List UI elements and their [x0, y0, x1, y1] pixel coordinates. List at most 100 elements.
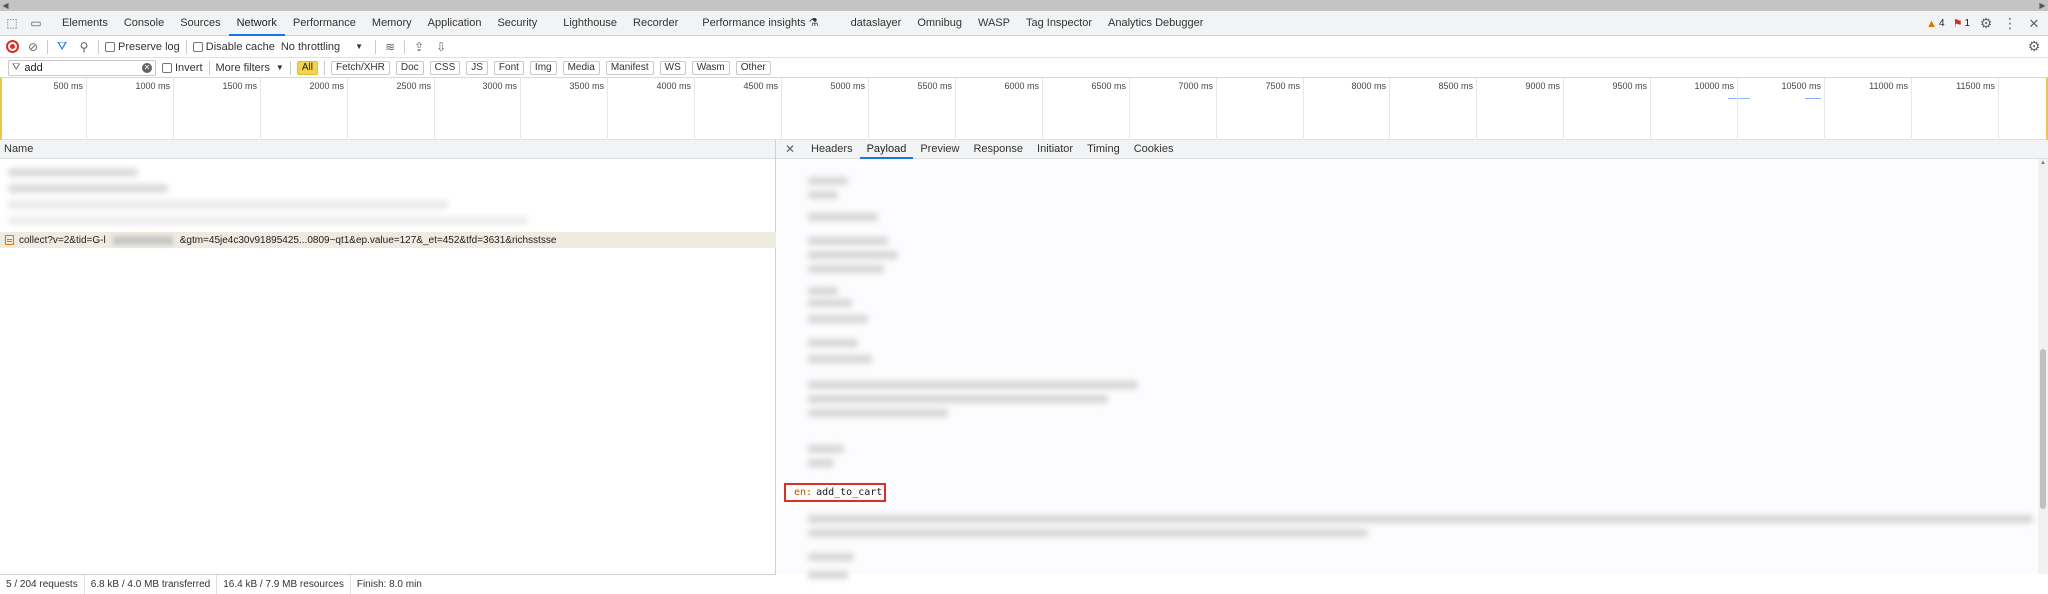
- redacted-payload-line: [808, 381, 1138, 389]
- filter-type-wasm[interactable]: Wasm: [691, 60, 730, 75]
- scroll-up-icon[interactable]: ▲: [2038, 160, 2048, 166]
- redacted-request-row: [8, 216, 528, 225]
- redacted-request-row: [8, 200, 448, 209]
- warnings-badge[interactable]: ▲ 4: [1926, 18, 1944, 30]
- name-column-header[interactable]: Name: [0, 140, 775, 159]
- redacted-payload-line: [808, 409, 948, 417]
- details-tab-response[interactable]: Response: [966, 140, 1030, 159]
- payload-scrollbar-thumb[interactable]: [2040, 349, 2046, 509]
- filter-type-css[interactable]: CSS: [429, 60, 461, 75]
- details-tab-headers[interactable]: Headers: [804, 140, 860, 159]
- tab-dataslayer[interactable]: dataslayer: [843, 11, 910, 36]
- filter-funnel-small-icon: ⛛: [12, 62, 21, 73]
- redacted-payload-line: [808, 299, 852, 307]
- close-details-icon[interactable]: ✕: [782, 142, 798, 156]
- selected-request-row[interactable]: collect?v=2&tid=G-l &gtm=45je4c30v918954…: [0, 232, 776, 248]
- toolbar-divider: [98, 39, 99, 54]
- record-icon[interactable]: [6, 40, 19, 53]
- overview-timeline[interactable]: 500 ms 1000 ms 1500 ms 2000 ms 2500 ms 3000 m…: [0, 78, 2048, 140]
- errors-count: 1: [1964, 18, 1970, 29]
- details-tab-timing[interactable]: Timing: [1080, 140, 1127, 159]
- tab-tag-inspector[interactable]: Tag Inspector: [1018, 11, 1100, 36]
- network-settings-gear-icon[interactable]: ⚙: [2026, 38, 2042, 55]
- preserve-log-label: Preserve log: [118, 40, 180, 53]
- tab-elements[interactable]: Elements: [54, 11, 116, 36]
- tab-omnibug[interactable]: Omnibug: [909, 11, 970, 36]
- tab-wasp[interactable]: WASP: [970, 11, 1018, 36]
- redacted-payload-line: [808, 515, 2033, 523]
- tab-sources[interactable]: Sources: [172, 11, 228, 36]
- toolbar-divider: [404, 39, 406, 54]
- invert-box[interactable]: [162, 62, 172, 73]
- scroll-left-icon[interactable]: ◀: [0, 1, 11, 10]
- payload-scrollbar[interactable]: ▲: [2038, 159, 2048, 574]
- filter-type-ws[interactable]: WS: [659, 60, 686, 75]
- network-conditions-wifi-icon[interactable]: ≋: [382, 40, 398, 54]
- preserve-log-checkbox[interactable]: Preserve log: [105, 41, 180, 53]
- settings-gear-icon[interactable]: ⚙: [1978, 15, 1994, 32]
- disable-cache-box[interactable]: [192, 41, 203, 52]
- disable-cache-checkbox[interactable]: Disable cache: [192, 40, 275, 53]
- redacted-payload-line: [808, 191, 838, 199]
- filter-type-js[interactable]: JS: [466, 60, 488, 75]
- request-url-prefix: collect?v=2&tid=G-l: [19, 234, 106, 246]
- horizontal-scrollbar[interactable]: ◀ ▶: [0, 0, 2048, 11]
- tab-performance-insights[interactable]: Performance insights ⚗: [694, 11, 826, 36]
- more-options-icon[interactable]: ⋮: [2002, 15, 2018, 32]
- export-har-download-icon[interactable]: ⇩: [433, 40, 449, 54]
- toolbar-divider: [185, 39, 187, 54]
- filter-type-all[interactable]: All: [296, 60, 318, 75]
- filter-type-media[interactable]: Media: [562, 60, 600, 75]
- device-toolbar-icon[interactable]: ▭: [24, 11, 48, 35]
- more-filters-dropdown[interactable]: More filters ▼: [216, 62, 284, 74]
- details-tab-initiator[interactable]: Initiator: [1030, 140, 1080, 159]
- details-tab-preview[interactable]: Preview: [913, 140, 966, 159]
- tab-application[interactable]: Application: [420, 11, 490, 36]
- status-requests: 5 / 204 requests: [0, 574, 85, 594]
- redacted-payload-line: [808, 459, 834, 467]
- devtools-tab-bar: ⬚ ▭ Elements Console Sources Network Per…: [0, 11, 2048, 36]
- throttling-select[interactable]: No throttling ▼: [281, 41, 363, 53]
- redacted-payload-line: [808, 339, 858, 347]
- inspect-element-icon[interactable]: ⬚: [0, 11, 24, 35]
- scroll-right-icon[interactable]: ▶: [2037, 1, 2048, 10]
- filter-type-font[interactable]: Font: [493, 60, 524, 75]
- tab-performance-insights-label: Performance insights: [702, 16, 806, 29]
- tab-lighthouse[interactable]: Lighthouse: [555, 11, 625, 36]
- tab-security[interactable]: Security: [489, 11, 545, 36]
- close-devtools-icon[interactable]: ✕: [2026, 16, 2042, 32]
- tab-recorder[interactable]: Recorder: [625, 11, 686, 36]
- tab-memory[interactable]: Memory: [364, 11, 420, 36]
- tab-console[interactable]: Console: [116, 11, 172, 36]
- preserve-log-box[interactable]: [105, 41, 115, 52]
- status-finish: Finish: 8.0 min: [356, 578, 422, 590]
- redacted-payload-line: [808, 237, 888, 245]
- clear-icon[interactable]: ⊘: [25, 40, 41, 54]
- filter-funnel-icon[interactable]: ⛛: [54, 39, 70, 54]
- filter-type-img[interactable]: Img: [529, 60, 557, 75]
- redacted-request-row: [8, 184, 168, 193]
- tab-network[interactable]: Network: [228, 11, 285, 36]
- invert-label: Invert: [175, 61, 203, 74]
- event-name-value: add_to_cart: [816, 487, 883, 498]
- filter-type-manifest[interactable]: Manifest: [605, 60, 654, 75]
- details-tab-payload[interactable]: Payload: [859, 140, 914, 159]
- status-transferred: 6.8 kB / 4.0 MB transferred: [85, 574, 218, 594]
- request-details-panel: ✕ Headers Payload Preview Response Initi…: [776, 140, 2048, 594]
- import-har-upload-icon[interactable]: ⇪: [411, 40, 427, 54]
- filter-input[interactable]: ⛛ add ✕: [8, 59, 156, 76]
- errors-badge[interactable]: ⚑ 1: [1953, 17, 1970, 30]
- filter-type-doc[interactable]: Doc: [395, 60, 424, 75]
- redacted-payload-line: [808, 395, 1108, 403]
- details-tab-cookies[interactable]: Cookies: [1127, 140, 1181, 159]
- disable-cache-label: Disable cache: [205, 40, 275, 53]
- network-status-bar: 5 / 204 requests 6.8 kB / 4.0 MB transfe…: [0, 574, 776, 594]
- clear-filter-icon[interactable]: ✕: [142, 62, 152, 73]
- filter-type-other[interactable]: Other: [735, 60, 771, 75]
- tab-analytics-debugger[interactable]: Analytics Debugger: [1100, 11, 1211, 36]
- invert-checkbox[interactable]: Invert: [162, 62, 203, 74]
- event-name-key: en:: [794, 487, 813, 498]
- tab-performance[interactable]: Performance: [285, 11, 364, 36]
- search-icon[interactable]: ⚲: [76, 40, 92, 54]
- filter-type-fetch-xhr[interactable]: Fetch/XHR: [330, 60, 390, 75]
